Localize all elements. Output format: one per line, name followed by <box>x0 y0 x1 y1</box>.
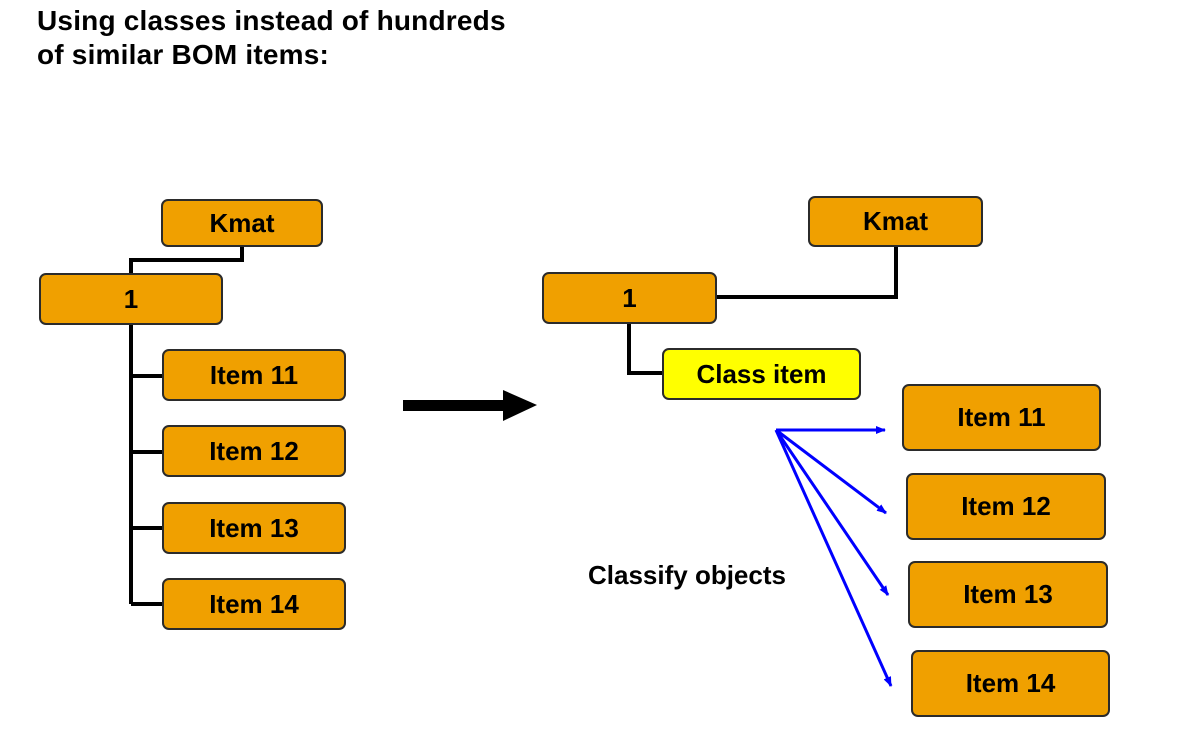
right-node-label: 1 <box>622 282 637 313</box>
right-item-box: Item 11 <box>902 384 1101 451</box>
left-item-box: Item 12 <box>162 425 346 477</box>
classify-arrow-item-13 <box>774 429 890 596</box>
right-item-box: Item 12 <box>906 473 1106 540</box>
left-item-label: Item 11 <box>209 359 299 390</box>
classify-arrows <box>774 426 893 687</box>
right-item-label: Item 12 <box>961 491 1051 521</box>
classify-arrow-item-12 <box>775 428 887 515</box>
node-to-kmat-connector <box>716 246 898 299</box>
classify-objects-label: Classify objects <box>588 560 786 590</box>
left-item-box: Item 14 <box>162 578 346 630</box>
node-to-class-item-connector <box>627 323 664 375</box>
right-arrow-icon <box>403 390 537 421</box>
left-item-box: Item 13 <box>162 502 346 554</box>
left-kmat-box: Kmat <box>161 199 323 247</box>
left-node-label: 1 <box>123 283 139 314</box>
right-item-box: Item 14 <box>911 650 1110 717</box>
kmat-to-node-connector <box>129 246 244 274</box>
left-item-label: Item 13 <box>209 512 299 543</box>
classify-arrow-item-14 <box>774 429 893 687</box>
class-item-label: Class item <box>696 358 827 389</box>
right-item-label: Item 13 <box>963 579 1053 609</box>
left-item-label: Item 12 <box>209 435 299 466</box>
right-item-label: Item 14 <box>965 668 1056 698</box>
left-kmat-label: Kmat <box>209 207 275 238</box>
right-item-box: Item 13 <box>908 561 1108 628</box>
class-item-box: Class item <box>662 348 861 400</box>
right-kmat-label: Kmat <box>862 206 928 236</box>
right-item-label: Item 11 <box>957 402 1046 432</box>
left-node-box: 1 <box>39 273 223 325</box>
left-item-label: Item 14 <box>209 588 299 619</box>
right-kmat-box: Kmat <box>808 196 983 247</box>
left-item-box: Item 11 <box>162 349 346 401</box>
right-node-box: 1 <box>542 272 717 324</box>
